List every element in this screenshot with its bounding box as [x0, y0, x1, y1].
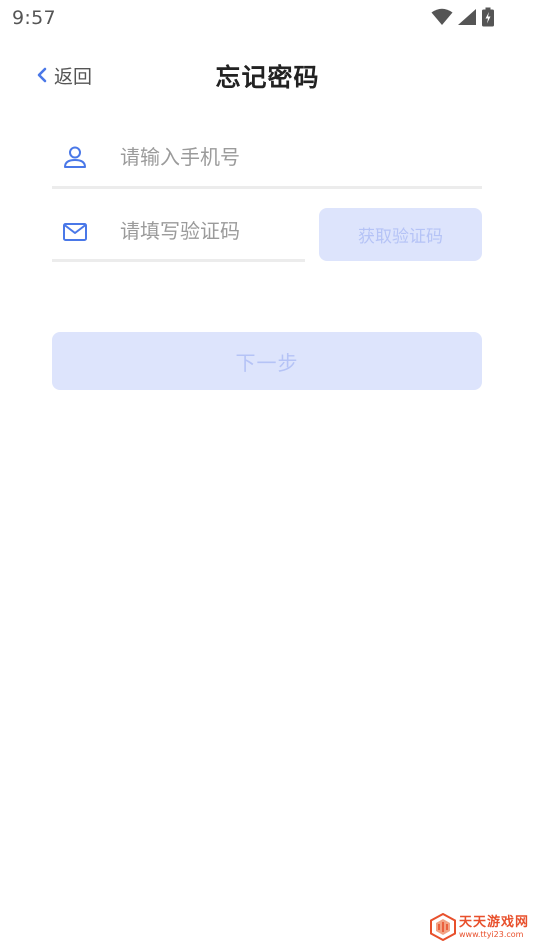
battery-charging-icon	[482, 7, 494, 27]
back-label: 返回	[54, 65, 93, 88]
watermark-logo-icon	[429, 913, 456, 941]
mail-icon	[63, 223, 87, 241]
watermark-main: 天天游戏网	[458, 914, 529, 930]
watermark-sub: www.ttyi23.com	[458, 929, 524, 939]
header: 忘记密码 返回	[0, 52, 535, 98]
phone-field	[52, 130, 482, 189]
status-time: 9:57	[12, 7, 56, 29]
watermark-text: 天天游戏网 www.ttyi23.com	[459, 916, 529, 939]
chevron-left-icon	[37, 67, 47, 83]
get-code-button[interactable]: 获取验证码	[319, 208, 482, 261]
wifi-icon	[431, 8, 453, 25]
code-field	[52, 206, 305, 262]
back-button[interactable]: 返回	[36, 60, 92, 90]
phone-input[interactable]	[120, 142, 460, 172]
watermark: 天天游戏网 www.ttyi23.com	[429, 911, 529, 943]
signal-icon	[458, 9, 476, 25]
code-input[interactable]	[120, 216, 300, 246]
next-button[interactable]: 下一步	[52, 332, 482, 390]
status-icons	[431, 6, 495, 28]
user-icon	[64, 146, 86, 168]
status-bar: 9:57	[0, 0, 535, 36]
